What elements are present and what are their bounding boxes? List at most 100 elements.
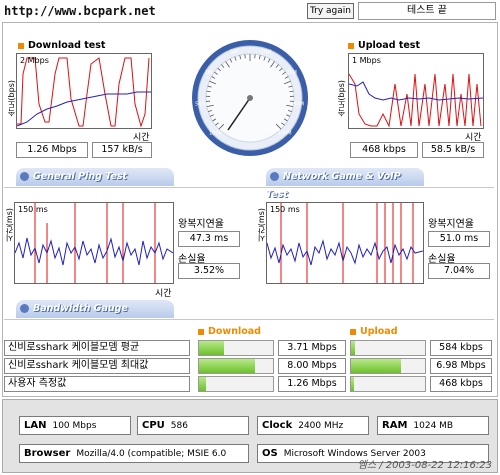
bw-upload-value: 584 kbps bbox=[430, 340, 492, 356]
bw-download-value: 8.00 Mbps bbox=[278, 358, 346, 374]
download-title: Download test bbox=[18, 40, 105, 51]
download-graph-svg bbox=[17, 57, 151, 128]
orange-square-icon bbox=[18, 42, 24, 49]
bw-row: 신비로sshark 케이블모뎀 평균 3.71 Mbps 584 kbps bbox=[4, 340, 494, 356]
lan-value: 100 Mbps bbox=[52, 421, 97, 431]
ping-loss-value: 3.52% bbox=[178, 263, 240, 279]
bw-bar-fill bbox=[351, 377, 354, 391]
ping-graph bbox=[14, 202, 174, 284]
ping-series-blue bbox=[15, 237, 173, 266]
orange-square-icon bbox=[350, 328, 356, 335]
upload-scale: 1 Mbps bbox=[352, 56, 381, 65]
download-mbps: 1.26 Mbps bbox=[16, 142, 88, 158]
ram-label: RAM bbox=[382, 420, 408, 431]
bw-row-label: 신비로sshark 케이블모뎀 평균 bbox=[4, 340, 190, 356]
browser-info: Browser Mozilla/4.0 (compatible; MSIE 6.0 bbox=[19, 444, 249, 463]
voip-rtt-label: 왕복지연율 bbox=[428, 219, 474, 230]
clock-value: 2400 MHz bbox=[298, 421, 344, 431]
tab-voip[interactable]: Network Game & VoIP Test bbox=[266, 168, 424, 200]
try-again-button[interactable]: Try again bbox=[307, 3, 354, 19]
footer-timestamp: 엠스 / 2003-08-22 12:16:23 bbox=[357, 460, 492, 471]
voip-series-blue bbox=[267, 239, 423, 266]
upload-series-red bbox=[349, 73, 482, 128]
voip-graph-svg bbox=[267, 203, 423, 283]
dot-icon bbox=[20, 172, 29, 181]
cpu-label: CPU bbox=[142, 420, 165, 431]
clock-info: Clock 2400 MHz bbox=[257, 416, 369, 435]
voip-rtt-value: 51.0 ms bbox=[428, 231, 490, 247]
tab-bandwidth-gauge[interactable]: Bandwidth Gauge bbox=[16, 300, 174, 318]
download-title-text: Download test bbox=[28, 40, 106, 51]
orange-square-icon bbox=[198, 328, 204, 335]
download-scale: 2 Mbps bbox=[20, 56, 49, 65]
dot-icon bbox=[20, 304, 29, 313]
bw-bar-fill bbox=[199, 377, 207, 391]
voip-loss-value: 7.04% bbox=[428, 263, 490, 279]
download-kbs: 157 kB/s bbox=[92, 142, 152, 158]
os-label: OS bbox=[262, 448, 278, 459]
tab-bandwidth-label: Bandwidth Gauge bbox=[33, 303, 128, 314]
tab-general-ping[interactable]: General Ping Test bbox=[16, 168, 174, 186]
bw-upload-header-text: Upload bbox=[360, 326, 398, 337]
bw-upload-bar bbox=[350, 376, 426, 392]
gauge-tick-label: 100k bbox=[209, 131, 222, 137]
gauge-tick-label: 100M bbox=[278, 131, 292, 137]
clock-label: Clock bbox=[262, 420, 293, 431]
bw-upload-bar bbox=[350, 340, 426, 356]
upload-graph-svg bbox=[349, 73, 483, 128]
ram-value: 1024 MB bbox=[413, 421, 454, 431]
cpu-info: CPU 586 bbox=[137, 416, 249, 435]
upload-ylabel: 속도(bps) bbox=[337, 80, 346, 117]
bw-download-value: 3.71 Mbps bbox=[278, 340, 346, 356]
voip-scale: 150 ms bbox=[270, 205, 300, 214]
bw-download-bar bbox=[198, 340, 274, 356]
bw-download-header-text: Download bbox=[208, 326, 261, 337]
url-display: http://www.bcpark.net bbox=[2, 2, 162, 20]
bw-upload-bar bbox=[350, 358, 426, 374]
gauge-tick-label: 1M bbox=[205, 70, 213, 76]
bw-upload-value: 6.98 Mbps bbox=[430, 358, 492, 374]
ping-scale: 150 ms bbox=[18, 205, 48, 214]
bw-row: 사용자 측정값 1.26 Mbps 468 kbps bbox=[4, 376, 494, 392]
download-series-red bbox=[17, 57, 150, 128]
bw-download-header: Download bbox=[198, 326, 261, 337]
ram-info: RAM 1024 MB bbox=[377, 416, 489, 435]
gauge-svg: 100k 500k 1M 5M 10M 20M 50M 100M bbox=[192, 40, 308, 156]
bw-download-bar bbox=[198, 376, 274, 392]
browser-label: Browser bbox=[24, 448, 71, 459]
bw-upload-header: Upload bbox=[350, 326, 398, 337]
gauge-tick-label: 10M bbox=[261, 50, 272, 56]
speed-gauge: 100k 500k 1M 5M 10M 20M 50M 100M bbox=[190, 38, 310, 158]
bw-upload-value: 468 kbps bbox=[430, 376, 492, 392]
test-status-box: 테스트 끝 bbox=[358, 2, 496, 20]
bw-bar-fill bbox=[199, 341, 225, 355]
tab-general-ping-label: General Ping Test bbox=[33, 171, 128, 182]
bw-bar-fill bbox=[199, 359, 256, 373]
bw-row-label: 신비로sshark 케이블모뎀 최대값 bbox=[4, 358, 190, 374]
lan-info: LAN 100 Mbps bbox=[19, 416, 131, 435]
ping-xlabel: 시간 bbox=[155, 289, 172, 299]
divider bbox=[4, 187, 494, 188]
upload-kbs: 58.5 kB/s bbox=[422, 142, 484, 158]
lan-label: LAN bbox=[24, 420, 47, 431]
bw-row-label: 사용자 측정값 bbox=[4, 376, 190, 392]
gauge-tick-label: 50M bbox=[293, 101, 304, 107]
gauge-tick-label: 20M bbox=[286, 70, 297, 76]
gauge-hub bbox=[247, 95, 253, 101]
upload-title: Upload test bbox=[348, 40, 420, 51]
bw-bar-fill bbox=[351, 359, 402, 373]
dot-icon bbox=[270, 172, 279, 181]
bw-download-bar bbox=[198, 358, 274, 374]
voip-graph bbox=[266, 202, 424, 284]
browser-value: Mozilla/4.0 (compatible; MSIE 6.0 bbox=[76, 449, 227, 459]
bw-row: 신비로sshark 케이블모뎀 최대값 8.00 Mbps 6.98 Mbps bbox=[4, 358, 494, 374]
bw-bar-fill bbox=[351, 341, 355, 355]
gauge-tick-label: 5M bbox=[230, 50, 238, 56]
divider bbox=[4, 319, 494, 320]
upload-title-text: Upload test bbox=[358, 40, 420, 51]
bw-download-value: 1.26 Mbps bbox=[278, 376, 346, 392]
upload-kbps: 468 kbps bbox=[350, 142, 418, 158]
ping-rtt-label: 왕복지연율 bbox=[178, 219, 224, 230]
cpu-value: 586 bbox=[170, 421, 188, 431]
gauge-tick-label: 500k bbox=[195, 101, 208, 107]
